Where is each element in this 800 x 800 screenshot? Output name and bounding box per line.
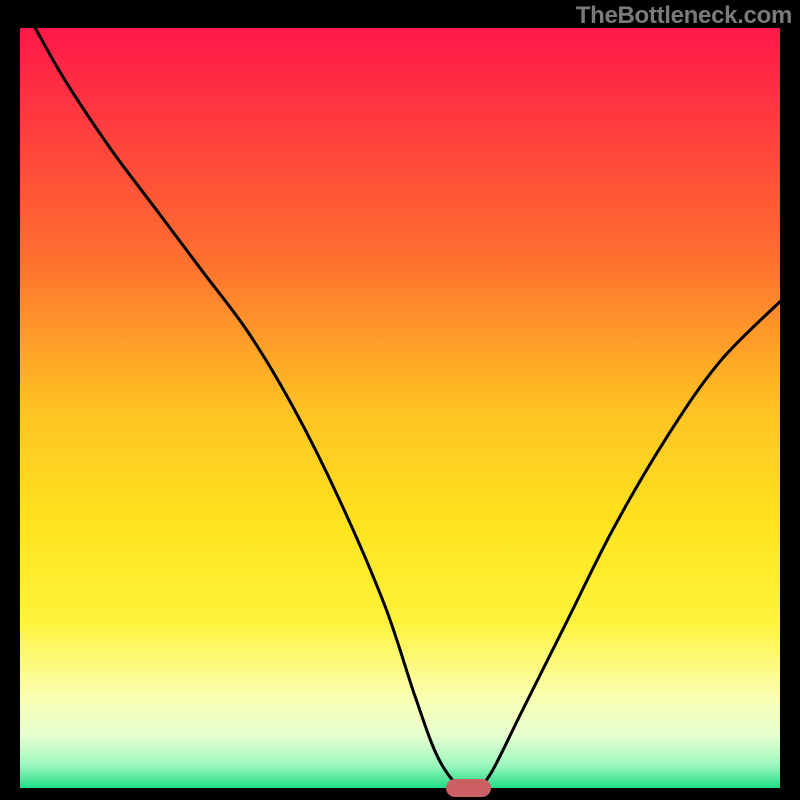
chart-frame: TheBottleneck.com — [0, 0, 800, 800]
gradient-background — [20, 28, 780, 788]
watermark-text: TheBottleneck.com — [576, 2, 792, 30]
optimal-marker — [446, 779, 492, 797]
plot-area — [20, 28, 780, 788]
plot-svg — [20, 28, 780, 788]
